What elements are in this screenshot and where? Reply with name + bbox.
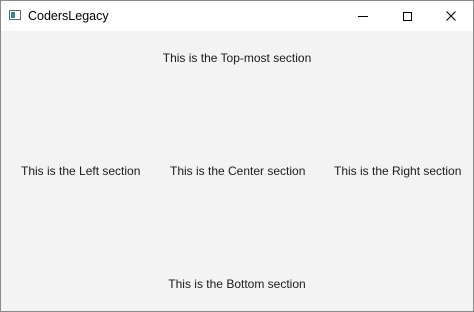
- window-title: CodersLegacy: [28, 9, 109, 23]
- client-area: This is the Top-most section This is the…: [1, 31, 473, 311]
- close-icon: [446, 11, 456, 21]
- app-icon[interactable]: [9, 10, 21, 20]
- minimize-button[interactable]: [341, 1, 385, 31]
- bottom-section-label: This is the Bottom section: [168, 277, 306, 291]
- close-button[interactable]: [429, 1, 473, 31]
- right-section-label: This is the Right section: [334, 164, 462, 178]
- left-section-label: This is the Left section: [21, 164, 141, 178]
- minimize-icon: [358, 15, 368, 17]
- maximize-icon: [402, 11, 412, 21]
- app-window: CodersLegacy This is the Top-most sectio…: [0, 0, 474, 312]
- center-section-label: This is the Center section: [170, 164, 306, 178]
- top-section-label: This is the Top-most section: [162, 51, 312, 65]
- title-bar[interactable]: CodersLegacy: [1, 1, 473, 31]
- maximize-button[interactable]: [385, 1, 429, 31]
